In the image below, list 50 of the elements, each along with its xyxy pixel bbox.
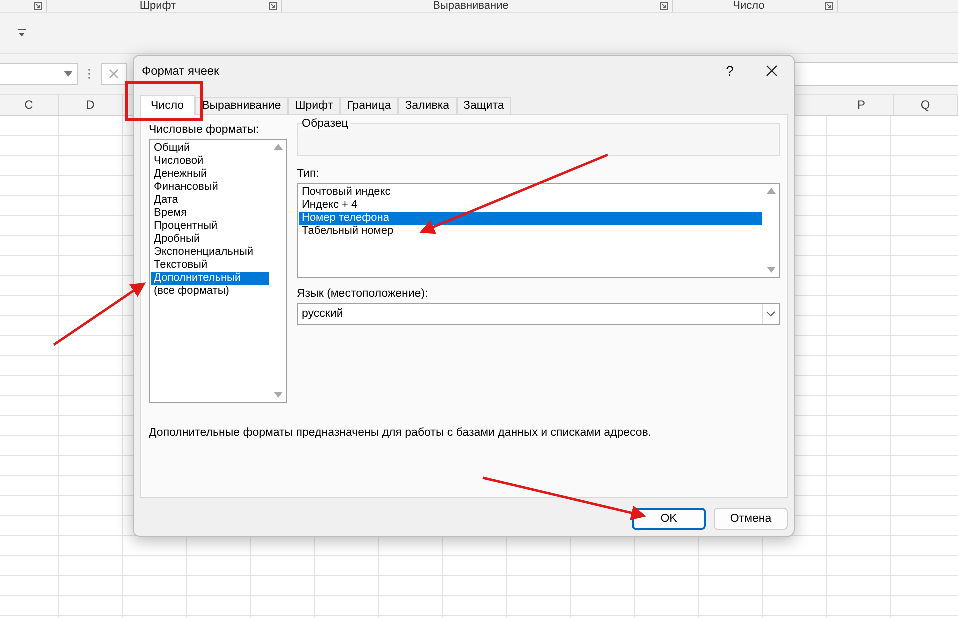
sample-label: Образец: [302, 118, 350, 130]
column-header[interactable]: P: [830, 95, 894, 115]
dialog-launcher-icon[interactable]: [269, 2, 277, 10]
field-label: Тип:: [297, 167, 320, 182]
list-item[interactable]: (все форматы): [151, 285, 269, 298]
cancel-button[interactable]: Отмена: [714, 508, 788, 530]
description-text: Дополнительные форматы предназначены для работы с базами данных и списками адресов.: [149, 427, 653, 439]
customize-toolbar-icon[interactable]: [18, 29, 26, 37]
list-item[interactable]: Денежный: [151, 168, 269, 181]
ok-button[interactable]: OK: [632, 508, 706, 530]
list-item[interactable]: Время: [151, 207, 269, 220]
list-item[interactable]: Индекс + 4: [299, 199, 762, 212]
grip-icon: [88, 68, 91, 80]
tab[interactable]: Шрифт: [288, 97, 340, 114]
type-list[interactable]: Почтовый индекс Индекс + 4 Номер телефона Табельный номер: [297, 183, 780, 278]
dialog-launcher-icon[interactable]: [825, 2, 833, 10]
close-icon[interactable]: [766, 65, 778, 77]
locale-dropdown[interactable]: русский: [297, 303, 780, 325]
tab[interactable]: Заливка: [398, 97, 456, 114]
list-item[interactable]: Процентный: [151, 220, 269, 233]
dialog-launcher-icon[interactable]: [34, 2, 42, 10]
dialog-launcher-icon[interactable]: [660, 2, 668, 10]
dropdown-icon[interactable]: [64, 71, 73, 77]
tab[interactable]: Граница: [340, 97, 398, 114]
dialog-title: Формат ячеек: [142, 64, 220, 78]
list-item[interactable]: Финансовый: [151, 181, 269, 194]
column-header[interactable]: Q: [894, 95, 958, 115]
list-item[interactable]: Номер телефона: [299, 212, 762, 225]
list-item[interactable]: Табельный номер: [299, 225, 762, 238]
list-item[interactable]: Дробный: [151, 233, 269, 246]
format-list[interactable]: Общий Числовой Денежный Финансовый Дата Время Процентный Дробный Экспоненциальный Текстовый Дополнительный (все форматы): [149, 139, 287, 403]
ribbon-group-label: Выравнивание: [432, 0, 510, 12]
tab[interactable]: Защита: [456, 97, 512, 114]
chevron-down-icon[interactable]: [766, 311, 776, 317]
list-item[interactable]: Почтовый индекс: [299, 186, 762, 199]
field-label: Числовые форматы:: [149, 123, 260, 138]
list-item[interactable]: Дополнительный: [151, 272, 269, 285]
column-header[interactable]: C: [0, 95, 59, 115]
column-header[interactable]: D: [59, 95, 123, 115]
list-item[interactable]: Дата: [151, 194, 269, 207]
tab[interactable]: Выравнивание: [195, 97, 288, 114]
ribbon-group-label: Число: [732, 0, 766, 12]
list-item[interactable]: Общий: [151, 142, 269, 155]
list-item[interactable]: Текстовый: [151, 259, 269, 272]
help-button[interactable]: ?: [710, 63, 750, 79]
field-label: Язык (местоположение):: [297, 287, 430, 302]
list-item[interactable]: Числовой: [151, 155, 269, 168]
list-item[interactable]: Экспоненциальный: [151, 246, 269, 259]
ribbon-group-label: Шрифт: [138, 0, 178, 12]
tab[interactable]: Число: [140, 95, 196, 115]
